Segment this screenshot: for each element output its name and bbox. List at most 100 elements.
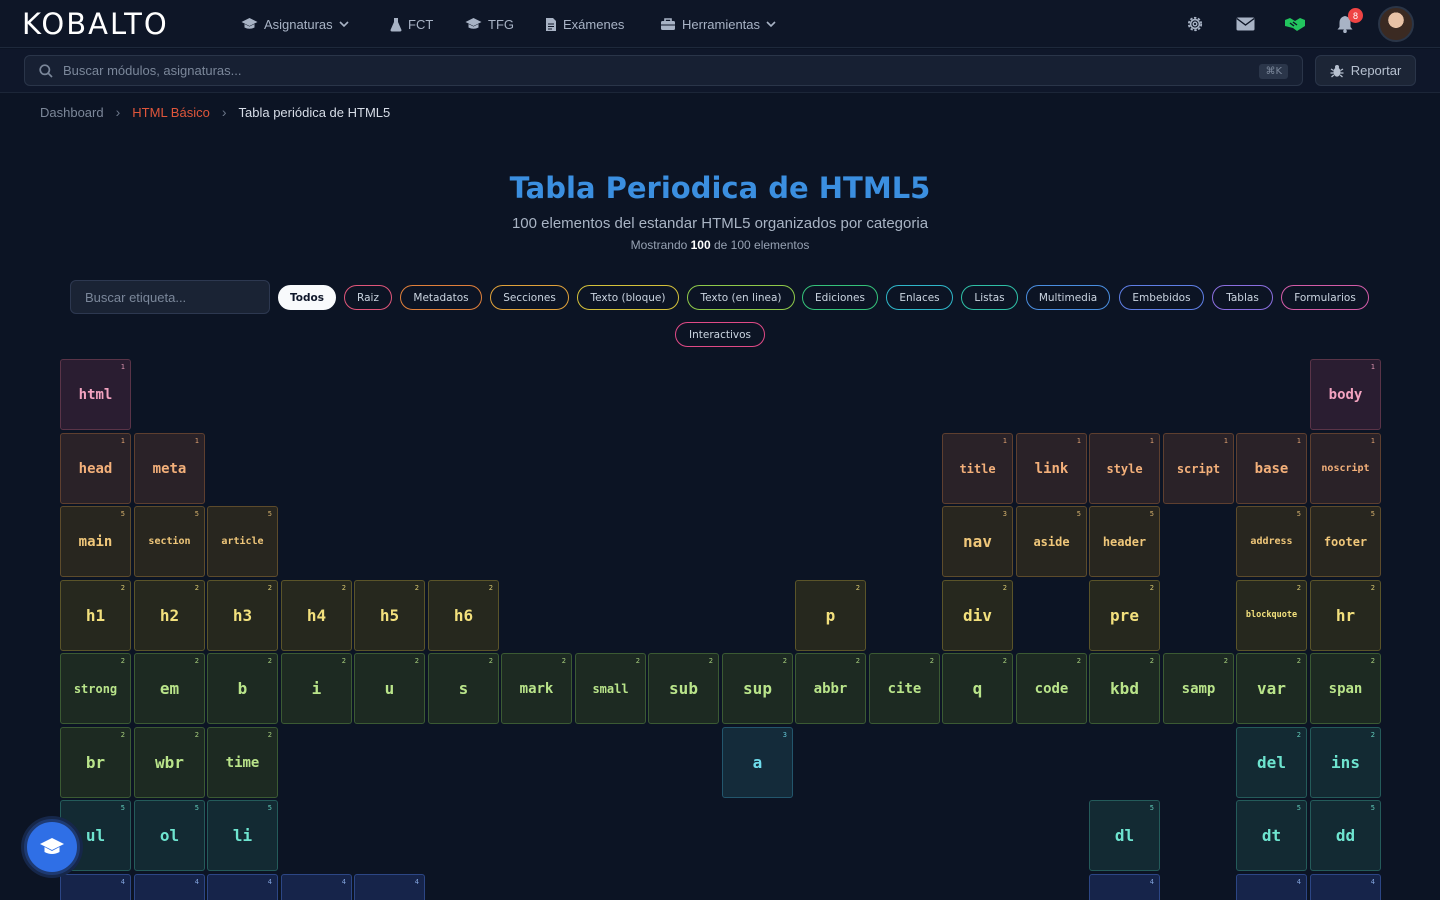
element-tile-ins[interactable]: 2 ins [1310, 727, 1381, 798]
filter-chip-ediciones[interactable]: Ediciones [802, 285, 878, 310]
nav-examenes[interactable]: Exámenes [545, 14, 624, 34]
breadcrumb-html-basico[interactable]: HTML Básico [132, 105, 210, 120]
filter-chip-multimedia[interactable]: Multimedia [1026, 285, 1110, 310]
element-tile-kbd[interactable]: 2 kbd [1089, 653, 1160, 724]
element-tile-code[interactable]: 2 code [1016, 653, 1087, 724]
filter-chip-embebidos[interactable]: Embebidos [1119, 285, 1204, 310]
element-tile[interactable]: 4 [1236, 874, 1307, 900]
element-group-number: 1 [120, 363, 125, 371]
filter-chip-listas[interactable]: Listas [961, 285, 1018, 310]
element-tile-u[interactable]: 2u [354, 653, 425, 724]
global-search-box[interactable]: ⌘K [24, 55, 1303, 86]
element-tile-h4[interactable]: 2 h4 [281, 580, 352, 651]
element-tile-article[interactable]: 5 article [207, 506, 278, 577]
element-tile-i[interactable]: 2i [281, 653, 352, 724]
element-tile[interactable]: 4 [207, 874, 278, 900]
element-tile-style[interactable]: 1 style [1089, 433, 1160, 504]
element-tile-h3[interactable]: 2 h3 [207, 580, 278, 651]
element-tile-footer[interactable]: 5 footer [1310, 506, 1381, 577]
element-tile-meta[interactable]: 1 meta [134, 433, 205, 504]
element-tile-blockquote[interactable]: 2 blockquote [1236, 580, 1307, 651]
breadcrumb-dashboard[interactable]: Dashboard [40, 105, 104, 120]
element-tile-wbr[interactable]: 2 wbr [134, 727, 205, 798]
nav-tfg[interactable]: TFG [465, 14, 514, 34]
element-tile-mark[interactable]: 2 mark [501, 653, 572, 724]
element-tile-h1[interactable]: 2 h1 [60, 580, 131, 651]
element-tile[interactable]: 4 [60, 874, 131, 900]
element-tile-samp[interactable]: 2 samp [1163, 653, 1234, 724]
filter-chip-formularios[interactable]: Formularios [1281, 285, 1369, 310]
element-group-number: 2 [1296, 657, 1301, 665]
element-tile-title[interactable]: 1 title [942, 433, 1013, 504]
element-tile-noscript[interactable]: 1 noscript [1310, 433, 1381, 504]
element-tile-li[interactable]: 5 li [207, 800, 278, 871]
element-tile-address[interactable]: 5 address [1236, 506, 1307, 577]
element-tile-script[interactable]: 1 script [1163, 433, 1234, 504]
filter-chip-texto-en-linea[interactable]: Texto (en linea) [687, 285, 795, 310]
element-tile-em[interactable]: 2 em [134, 653, 205, 724]
filter-chip-enlaces[interactable]: Enlaces [886, 285, 953, 310]
floating-course-button[interactable] [24, 819, 80, 875]
report-button[interactable]: Reportar [1315, 55, 1416, 86]
element-tile-section[interactable]: 5 section [134, 506, 205, 577]
element-tile-h6[interactable]: 2 h6 [428, 580, 499, 651]
element-tile-p[interactable]: 2p [795, 580, 866, 651]
element-tile-ol[interactable]: 5 ol [134, 800, 205, 871]
tag-search-input[interactable] [70, 280, 270, 314]
element-tile-b[interactable]: 2b [207, 653, 278, 724]
element-tile-div[interactable]: 2 div [942, 580, 1013, 651]
element-tile-nav[interactable]: 3 nav [942, 506, 1013, 577]
element-tile-dl[interactable]: 5 dl [1089, 800, 1160, 871]
element-tile-pre[interactable]: 2 pre [1089, 580, 1160, 651]
element-tile-main[interactable]: 5 main [60, 506, 131, 577]
filter-chip-texto-bloque[interactable]: Texto (bloque) [577, 285, 679, 310]
element-tile-header[interactable]: 5 header [1089, 506, 1160, 577]
element-tile-s[interactable]: 2s [428, 653, 499, 724]
element-tile-base[interactable]: 1 base [1236, 433, 1307, 504]
element-tile-a[interactable]: 3a [722, 727, 793, 798]
mail-envelope-icon[interactable] [1233, 12, 1257, 36]
element-tile-body[interactable]: 1 body [1310, 359, 1381, 430]
element-tile-hr[interactable]: 2 hr [1310, 580, 1381, 651]
element-tile-del[interactable]: 2 del [1236, 727, 1307, 798]
element-tile-q[interactable]: 2q [942, 653, 1013, 724]
filter-chip-tablas[interactable]: Tablas [1212, 285, 1273, 310]
element-tile[interactable]: 4 [1310, 874, 1381, 900]
filter-chip-todos[interactable]: Todos [278, 285, 336, 310]
element-tile[interactable]: 4 [1089, 874, 1160, 900]
handshake-icon[interactable] [1283, 12, 1307, 36]
filter-chip-raiz[interactable]: Raiz [344, 285, 392, 310]
element-tile[interactable]: 4 [281, 874, 352, 900]
element-tile-dt[interactable]: 5 dt [1236, 800, 1307, 871]
element-tile-br[interactable]: 2 br [60, 727, 131, 798]
element-tile-h5[interactable]: 2 h5 [354, 580, 425, 651]
element-tile-dd[interactable]: 5 dd [1310, 800, 1381, 871]
element-tile-sup[interactable]: 2 sup [722, 653, 793, 724]
filter-chip-secciones[interactable]: Secciones [490, 285, 569, 310]
element-tile-aside[interactable]: 5 aside [1016, 506, 1087, 577]
element-tile-small[interactable]: 2 small [575, 653, 646, 724]
element-tile-sub[interactable]: 2 sub [648, 653, 719, 724]
kobalto-logo[interactable]: KOBALTO [22, 7, 169, 41]
filter-chip-interactivos[interactable]: Interactivos [675, 322, 765, 347]
element-tile-var[interactable]: 2 var [1236, 653, 1307, 724]
nav-herramientas[interactable]: Herramientas [660, 14, 776, 34]
element-group-number: 2 [194, 584, 199, 592]
settings-gear-icon[interactable] [1183, 12, 1207, 36]
element-tile[interactable]: 4 [354, 874, 425, 900]
filter-chip-metadatos[interactable]: Metadatos [400, 285, 482, 310]
element-tile-strong[interactable]: 2 strong [60, 653, 131, 724]
element-tile[interactable]: 4 [134, 874, 205, 900]
element-tile-cite[interactable]: 2 cite [869, 653, 940, 724]
nav-fct[interactable]: FCT [390, 14, 433, 34]
element-tile-link[interactable]: 1 link [1016, 433, 1087, 504]
element-tile-abbr[interactable]: 2 abbr [795, 653, 866, 724]
element-tile-time[interactable]: 2 time [207, 727, 278, 798]
element-tile-head[interactable]: 1 head [60, 433, 131, 504]
element-tile-html[interactable]: 1 html [60, 359, 131, 430]
nav-asignaturas[interactable]: Asignaturas [241, 14, 349, 34]
element-tile-h2[interactable]: 2 h2 [134, 580, 205, 651]
element-tile-span[interactable]: 2 span [1310, 653, 1381, 724]
user-avatar[interactable] [1378, 6, 1414, 42]
global-search-input[interactable] [63, 63, 1163, 78]
